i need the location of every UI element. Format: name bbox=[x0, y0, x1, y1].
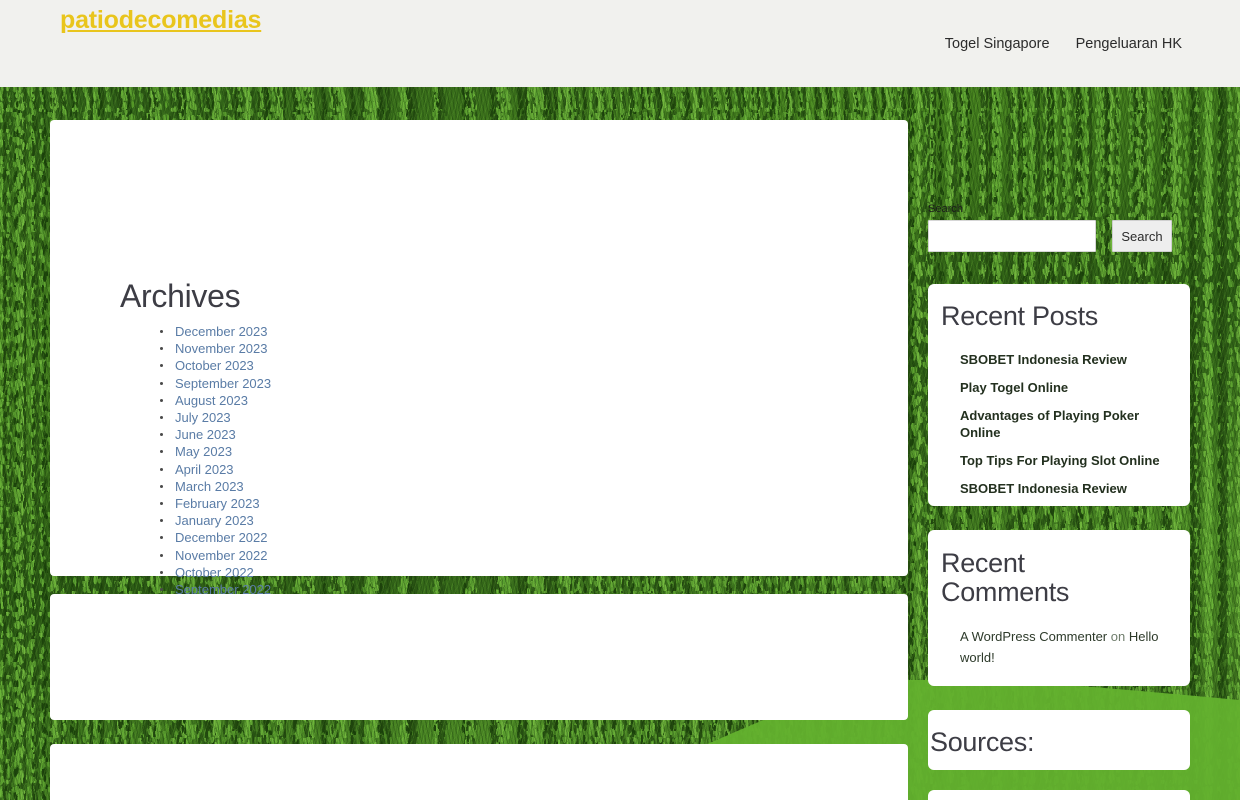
archive-link[interactable]: December 2022 bbox=[175, 530, 268, 545]
site-header: patiodecomedias Togel Singapore Pengelua… bbox=[0, 0, 1240, 87]
list-item[interactable]: January 2023 bbox=[151, 512, 271, 529]
archive-link[interactable]: August 2023 bbox=[175, 393, 248, 408]
archive-link[interactable]: July 2023 bbox=[175, 410, 231, 425]
list-item[interactable]: July 2023 bbox=[151, 409, 271, 426]
list-item[interactable]: October 2023 bbox=[151, 357, 271, 374]
recent-comments-widget: Recent Comments A WordPress Commenter on… bbox=[928, 530, 1190, 686]
recent-post-link[interactable]: Advantages of Playing Poker Online bbox=[960, 408, 1139, 440]
archive-link[interactable]: September 2023 bbox=[175, 376, 271, 391]
nav-item-togel-singapore[interactable]: Togel Singapore bbox=[945, 36, 1050, 52]
recent-posts-heading: Recent Posts bbox=[941, 301, 1098, 331]
sources-widget: Sources: bbox=[928, 710, 1190, 770]
archive-link[interactable]: March 2023 bbox=[175, 479, 244, 494]
sidebar-partial-panel bbox=[928, 790, 1190, 800]
list-item[interactable]: December 2023 bbox=[151, 323, 271, 340]
recent-comments-heading: Recent Comments bbox=[941, 548, 1070, 608]
list-item[interactable]: SBOBET Indonesia Review bbox=[960, 351, 1160, 368]
recent-posts-list: SBOBET Indonesia Review Play Togel Onlin… bbox=[960, 351, 1160, 508]
archive-link[interactable]: October 2023 bbox=[175, 358, 254, 373]
archive-link[interactable]: February 2023 bbox=[175, 496, 260, 511]
archive-link[interactable]: April 2023 bbox=[175, 462, 234, 477]
recent-post-link[interactable]: SBOBET Indonesia Review bbox=[960, 481, 1127, 496]
list-item[interactable]: SBOBET Indonesia Review bbox=[960, 480, 1160, 497]
archive-link[interactable]: December 2023 bbox=[175, 324, 268, 339]
archive-link[interactable]: November 2022 bbox=[175, 548, 268, 563]
list-item[interactable]: December 2022 bbox=[151, 529, 271, 546]
nav-item-pengeluaran-hk[interactable]: Pengeluaran HK bbox=[1076, 36, 1182, 52]
list-item[interactable]: October 2022 bbox=[151, 564, 271, 581]
archives-heading: Archives bbox=[120, 278, 241, 314]
search-widget: Search Search bbox=[928, 203, 1190, 252]
list-item[interactable]: February 2023 bbox=[151, 495, 271, 512]
categories-widget: Categories Gambling bbox=[50, 594, 908, 720]
list-item[interactable]: Play Togel Online bbox=[960, 379, 1160, 396]
archive-link[interactable]: October 2022 bbox=[175, 565, 254, 580]
archive-link[interactable]: January 2023 bbox=[175, 513, 254, 528]
archive-link[interactable]: June 2023 bbox=[175, 427, 236, 442]
comment-separator: on bbox=[1107, 629, 1129, 644]
recent-comments-list: A WordPress Commenter on Hello world! bbox=[960, 626, 1160, 668]
list-item[interactable]: November 2022 bbox=[151, 547, 271, 564]
search-label: Search bbox=[928, 203, 963, 215]
search-input[interactable] bbox=[928, 220, 1096, 252]
main-navigation: Togel Singapore Pengeluaran HK bbox=[945, 36, 1182, 52]
site-title[interactable]: patiodecomedias bbox=[60, 6, 261, 35]
list-item[interactable]: August 2023 bbox=[151, 392, 271, 409]
list-item[interactable]: March 2023 bbox=[151, 478, 271, 495]
list-item[interactable]: Advantages of Playing Poker Online bbox=[960, 407, 1160, 441]
recent-post-link[interactable]: Play Togel Online bbox=[960, 380, 1068, 395]
comment-author-link[interactable]: A WordPress Commenter bbox=[960, 629, 1107, 644]
search-row: Search bbox=[928, 220, 1190, 252]
list-item[interactable]: Top Tips For Playing Slot Online bbox=[960, 452, 1160, 469]
recent-post-link[interactable]: Top Tips For Playing Slot Online bbox=[960, 453, 1160, 468]
list-item[interactable]: November 2023 bbox=[151, 340, 271, 357]
bottom-content-panel bbox=[50, 744, 908, 800]
list-item: A WordPress Commenter on Hello world! bbox=[960, 626, 1160, 668]
list-item[interactable]: May 2023 bbox=[151, 443, 271, 460]
recent-post-link[interactable]: SBOBET Indonesia Review bbox=[960, 352, 1127, 367]
list-item[interactable]: September 2023 bbox=[151, 375, 271, 392]
recent-posts-widget: Recent Posts SBOBET Indonesia Review Pla… bbox=[928, 284, 1190, 506]
list-item[interactable]: April 2023 bbox=[151, 461, 271, 478]
sources-heading: Sources: bbox=[930, 727, 1035, 757]
list-item[interactable]: June 2023 bbox=[151, 426, 271, 443]
archive-link[interactable]: November 2023 bbox=[175, 341, 268, 356]
archives-widget: Archives December 2023 November 2023 Oct… bbox=[50, 120, 908, 666]
archive-link[interactable]: May 2023 bbox=[175, 444, 232, 459]
search-submit-button[interactable]: Search bbox=[1112, 220, 1172, 252]
